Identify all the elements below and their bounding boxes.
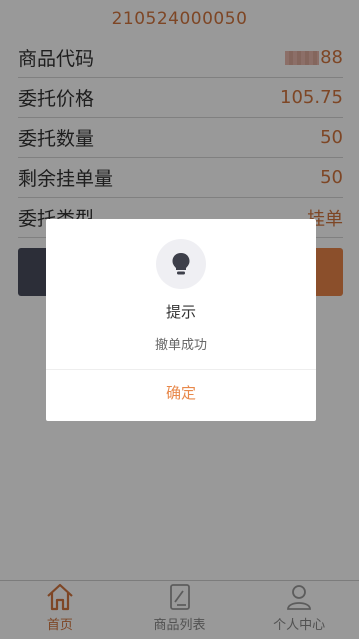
bulb-icon-circle xyxy=(156,239,206,289)
alert-dialog: 提示 撤单成功 确定 xyxy=(46,219,316,421)
dialog-message: 撤单成功 xyxy=(154,338,207,353)
confirm-button[interactable]: 确定 xyxy=(46,370,316,421)
dialog-title: 提示 xyxy=(165,303,196,321)
lightbulb-icon xyxy=(172,253,190,275)
